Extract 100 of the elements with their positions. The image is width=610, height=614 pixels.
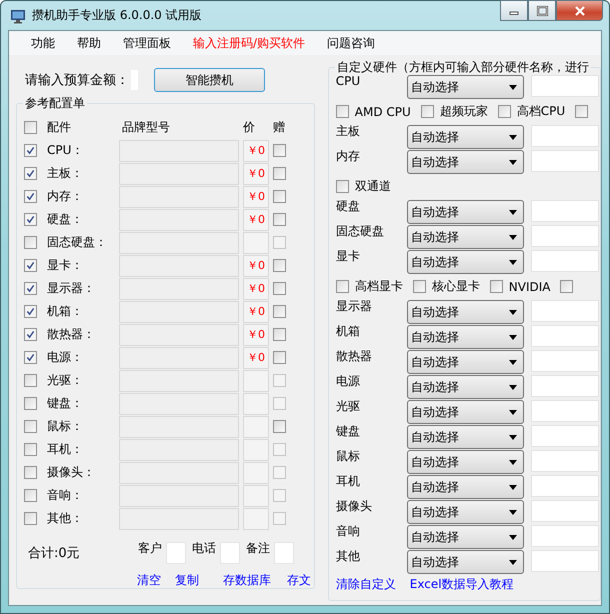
checkbox[interactable]	[24, 351, 37, 364]
checkbox[interactable]	[560, 280, 574, 293]
maximize-button[interactable]	[528, 0, 556, 21]
brand-field[interactable]	[119, 278, 239, 300]
checkbox[interactable]	[273, 351, 286, 364]
checkbox[interactable]	[273, 282, 286, 295]
text-field[interactable]	[166, 542, 186, 564]
text-field[interactable]	[220, 542, 240, 564]
name-field[interactable]	[530, 325, 599, 347]
link[interactable]: 清除自定义	[336, 576, 396, 593]
brand-field[interactable]	[119, 162, 239, 184]
brand-field[interactable]	[119, 508, 239, 530]
name-field[interactable]	[530, 350, 599, 372]
name-field[interactable]	[530, 200, 599, 222]
brand-field[interactable]	[119, 208, 239, 230]
brand-field[interactable]	[119, 438, 239, 460]
checkbox[interactable]	[24, 236, 37, 249]
menu-item[interactable]: 问题咨询	[319, 34, 384, 52]
brand-field[interactable]	[119, 324, 239, 346]
price-field[interactable]	[243, 484, 269, 506]
name-field[interactable]	[530, 375, 599, 397]
brand-field[interactable]	[119, 416, 239, 438]
brand-field[interactable]	[119, 186, 239, 208]
checkbox[interactable]	[24, 512, 37, 525]
price-field[interactable]	[243, 370, 269, 392]
brand-field[interactable]	[119, 254, 239, 276]
name-field[interactable]	[530, 150, 599, 172]
name-field[interactable]	[530, 500, 599, 522]
checkbox[interactable]	[336, 280, 349, 293]
checkbox[interactable]	[498, 105, 511, 118]
checkbox[interactable]	[24, 259, 37, 272]
name-field[interactable]	[530, 400, 599, 422]
checkbox[interactable]	[24, 282, 37, 295]
name-field[interactable]	[530, 450, 599, 472]
checkbox[interactable]	[24, 121, 37, 134]
price-field[interactable]: ￥0	[243, 324, 269, 346]
brand-field[interactable]	[119, 232, 239, 254]
name-field[interactable]	[530, 300, 599, 322]
checkbox[interactable]	[273, 328, 286, 341]
link[interactable]: 存数据库	[223, 572, 271, 589]
dropdown[interactable]: 自动选择	[406, 475, 524, 499]
name-field[interactable]	[530, 250, 599, 272]
dropdown[interactable]: 自动选择	[406, 75, 524, 99]
checkbox[interactable]	[412, 280, 426, 293]
checkbox[interactable]	[273, 259, 286, 272]
smart-build-button[interactable]: 智能攒机	[154, 68, 265, 92]
brand-field[interactable]	[119, 484, 239, 506]
checkbox[interactable]	[24, 190, 37, 203]
minimize-button[interactable]	[500, 0, 528, 21]
price-field[interactable]	[243, 462, 269, 484]
price-field[interactable]: ￥0	[243, 186, 269, 208]
name-field[interactable]	[530, 525, 599, 547]
price-field[interactable]: ￥0	[243, 300, 269, 322]
checkbox[interactable]	[273, 213, 286, 226]
dropdown[interactable]: 自动选择	[406, 150, 524, 174]
menu-item[interactable]: 输入注册码/购买软件	[185, 34, 314, 52]
dropdown[interactable]: 自动选择	[406, 375, 524, 399]
dropdown[interactable]: 自动选择	[406, 125, 524, 149]
dropdown[interactable]: 自动选择	[406, 425, 524, 449]
price-field[interactable]	[243, 508, 269, 530]
checkbox[interactable]	[24, 328, 37, 341]
checkbox[interactable]	[273, 305, 286, 318]
price-field[interactable]: ￥0	[243, 346, 269, 368]
close-button[interactable]	[556, 0, 603, 21]
dropdown[interactable]: 自动选择	[406, 525, 524, 549]
dropdown[interactable]: 自动选择	[406, 225, 524, 249]
checkbox[interactable]	[24, 144, 37, 157]
dropdown[interactable]: 自动选择	[406, 450, 524, 474]
price-field[interactable]	[243, 438, 269, 460]
checkbox[interactable]	[24, 443, 37, 456]
dropdown[interactable]: 自动选择	[406, 400, 524, 424]
dropdown[interactable]: 自动选择	[406, 300, 524, 324]
dropdown[interactable]: 自动选择	[406, 325, 524, 349]
price-field[interactable]: ￥0	[243, 140, 269, 162]
menu-item[interactable]: 管理面板	[115, 34, 179, 52]
checkbox[interactable]	[24, 213, 37, 226]
link[interactable]: 复制	[175, 572, 199, 589]
price-field[interactable]	[243, 416, 269, 438]
checkbox[interactable]	[336, 105, 349, 118]
price-field[interactable]: ￥0	[243, 254, 269, 276]
dropdown[interactable]: 自动选择	[406, 200, 524, 224]
checkbox[interactable]	[24, 420, 37, 433]
price-field[interactable]: ￥0	[243, 208, 269, 230]
checkbox[interactable]	[24, 489, 37, 502]
checkbox[interactable]	[24, 167, 37, 180]
name-field[interactable]	[530, 475, 599, 497]
checkbox[interactable]	[273, 144, 286, 157]
price-field[interactable]	[243, 392, 269, 414]
dropdown[interactable]: 自动选择	[406, 500, 524, 524]
checkbox[interactable]	[24, 397, 37, 410]
link[interactable]: 清空	[137, 572, 161, 589]
checkbox[interactable]	[336, 180, 349, 193]
link[interactable]: Excel数据导入教程	[410, 576, 514, 593]
dropdown[interactable]: 自动选择	[406, 550, 524, 574]
checkbox[interactable]	[273, 190, 286, 203]
brand-field[interactable]	[119, 462, 239, 484]
name-field[interactable]	[530, 225, 599, 247]
price-field[interactable]: ￥0	[243, 278, 269, 300]
brand-field[interactable]	[119, 392, 239, 414]
checkbox[interactable]	[24, 305, 37, 318]
